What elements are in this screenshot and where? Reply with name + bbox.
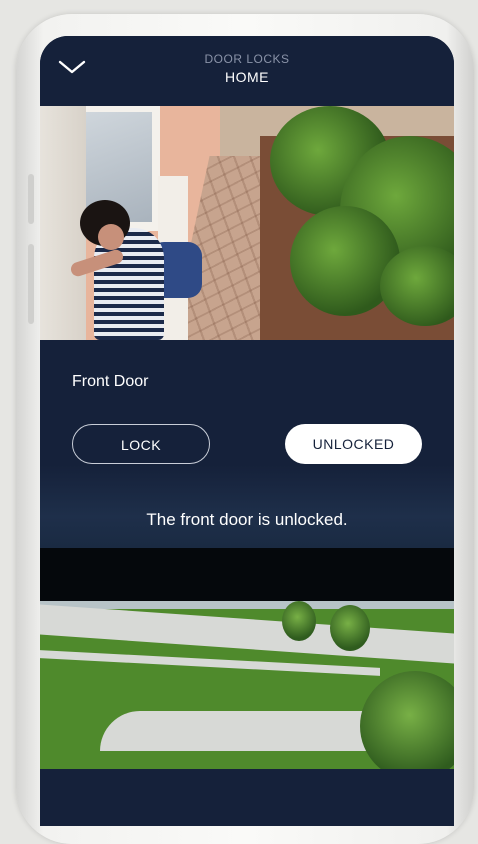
tree — [282, 601, 316, 641]
lock-status-text: The front door is unlocked. — [146, 510, 348, 529]
lock-button[interactable]: LOCK — [72, 424, 210, 464]
feed-divider — [40, 548, 454, 601]
hedge — [360, 671, 454, 769]
camera-feed-front-door[interactable] — [40, 106, 454, 340]
header-title: HOME — [225, 69, 269, 85]
lock-control-panel: Front Door LOCK UNLOCKED The front door … — [40, 340, 454, 548]
phone-frame: DOOR LOCKS HOME Front Door LOCK UNLOCKED — [16, 14, 474, 844]
phone-side-button — [28, 174, 34, 224]
header-subtitle: DOOR LOCKS — [204, 52, 290, 66]
phone-side-button — [28, 244, 34, 324]
door-name-label: Front Door — [72, 373, 149, 390]
unlocked-button[interactable]: UNLOCKED — [285, 424, 422, 464]
camera-feed-yard[interactable] — [40, 601, 454, 769]
app-screen: DOOR LOCKS HOME Front Door LOCK UNLOCKED — [40, 36, 454, 826]
tree — [330, 605, 370, 651]
bottom-panel — [40, 769, 454, 826]
visitor-face — [98, 224, 124, 250]
distant-houses — [40, 601, 454, 609]
app-header: DOOR LOCKS HOME — [40, 36, 454, 106]
driveway — [100, 711, 400, 751]
